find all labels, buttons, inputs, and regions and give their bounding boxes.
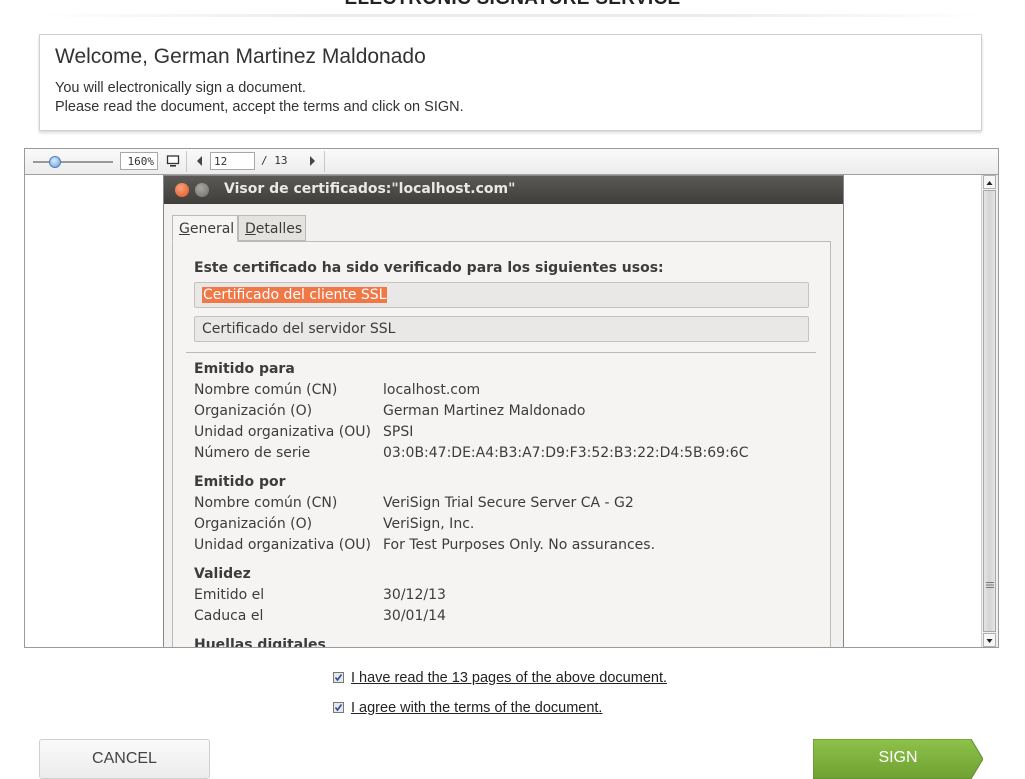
grip-icon bbox=[986, 582, 994, 588]
agree-terms-checkbox[interactable] bbox=[333, 702, 344, 713]
usage-item-label: Certificado del servidor SSL bbox=[202, 321, 396, 337]
section-divider bbox=[186, 352, 816, 353]
dialog-title: Visor de certificados:"localhost.com" bbox=[224, 181, 516, 197]
tab-general-mnemonic: G bbox=[179, 221, 190, 237]
welcome-panel: Welcome, German Martinez Maldonado You w… bbox=[39, 34, 982, 131]
tab-detalles-mnemonic: D bbox=[245, 221, 256, 237]
zoom-slider-track[interactable] bbox=[33, 161, 113, 163]
checkmark-icon bbox=[334, 674, 343, 682]
read-confirmation-label[interactable]: I have read the 13 pages of the above do… bbox=[351, 670, 667, 686]
zoom-slider-handle[interactable] bbox=[49, 156, 61, 168]
fingerprints-heading: Huellas digitales bbox=[194, 637, 326, 647]
usage-item: Certificado del servidor SSL bbox=[194, 316, 809, 342]
agree-terms-row: I agree with the terms of the document. bbox=[333, 700, 602, 716]
document-viewer: 160% 12 / 13 Visor de certificados:"loca… bbox=[24, 148, 999, 648]
read-confirmation-row: I have read the 13 pages of the above do… bbox=[333, 670, 667, 686]
fit-page-icon[interactable] bbox=[166, 154, 180, 168]
close-icon bbox=[175, 183, 189, 197]
field-value: 30/01/14 bbox=[383, 608, 446, 624]
tab-general-label: eneral bbox=[189, 221, 235, 237]
field-label: Organización (O) bbox=[194, 403, 313, 419]
toolbar-separator bbox=[186, 151, 187, 172]
read-confirmation-checkbox[interactable] bbox=[333, 672, 344, 683]
service-title: ELECTRONIC SIGNATURE SERVICE bbox=[0, 0, 1025, 10]
toolbar-separator bbox=[324, 151, 325, 172]
field-value: localhost.com bbox=[383, 382, 481, 398]
page-number-input[interactable]: 12 bbox=[210, 152, 255, 170]
field-label: Unidad organizativa (OU) bbox=[194, 537, 371, 553]
field-label: Nombre común (CN) bbox=[194, 382, 338, 398]
field-label: Nombre común (CN) bbox=[194, 495, 338, 511]
issued-to-heading: Emitido para bbox=[194, 361, 295, 377]
scrollbar-thumb[interactable] bbox=[983, 190, 996, 632]
field-value: VeriSign Trial Secure Server CA - G2 bbox=[383, 495, 634, 511]
previous-page-icon[interactable] bbox=[194, 155, 206, 167]
usage-item: Certificado del cliente SSL bbox=[194, 282, 809, 308]
field-label: Caduca el bbox=[194, 608, 264, 624]
welcome-heading: Welcome, German Martinez Maldonado bbox=[55, 45, 426, 68]
field-label: Unidad organizativa (OU) bbox=[194, 424, 371, 440]
field-label: Número de serie bbox=[194, 445, 311, 461]
certificate-viewer-image: Visor de certificados:"localhost.com" Ge… bbox=[163, 175, 844, 647]
minimize-icon bbox=[195, 183, 209, 197]
next-page-icon[interactable] bbox=[306, 155, 318, 167]
field-value: SPSI bbox=[383, 424, 414, 440]
vertical-scrollbar[interactable] bbox=[981, 175, 998, 647]
validity-heading: Validez bbox=[194, 566, 251, 582]
page-total: / 13 bbox=[261, 154, 288, 167]
welcome-instruction-1: You will electronically sign a document. bbox=[55, 80, 306, 96]
scroll-up-button[interactable] bbox=[983, 175, 996, 189]
tab-detalles-label: etalles bbox=[255, 221, 303, 237]
zoom-level-field[interactable]: 160% bbox=[120, 152, 158, 170]
arrow-down-icon bbox=[986, 639, 993, 643]
field-label: Organización (O) bbox=[194, 516, 313, 532]
sign-button-label: SIGN bbox=[878, 749, 918, 766]
arrow-up-icon bbox=[986, 181, 993, 185]
agree-terms-label[interactable]: I agree with the terms of the document. bbox=[351, 700, 602, 716]
field-label: Emitido el bbox=[194, 587, 265, 603]
title-divider bbox=[40, 14, 985, 17]
dialog-titlebar: Visor de certificados:"localhost.com" bbox=[164, 176, 843, 204]
usage-item-label: Certificado del cliente SSL bbox=[202, 287, 388, 303]
scroll-down-button[interactable] bbox=[983, 633, 996, 647]
cancel-button[interactable]: CANCEL bbox=[39, 739, 210, 779]
field-value: VeriSign, Inc. bbox=[383, 516, 475, 532]
tab-detalles: Detalles bbox=[238, 215, 306, 241]
field-value: For Test Purposes Only. No assurances. bbox=[383, 537, 656, 553]
tab-general: General bbox=[172, 215, 238, 242]
usage-title: Este certificado ha sido verificado para… bbox=[194, 260, 664, 276]
welcome-instruction-2: Please read the document, accept the ter… bbox=[55, 99, 464, 115]
field-value: German Martinez Maldonado bbox=[383, 403, 586, 419]
viewer-toolbar: 160% 12 / 13 bbox=[25, 149, 998, 175]
checkmark-icon bbox=[334, 704, 343, 712]
issued-by-heading: Emitido por bbox=[194, 474, 286, 490]
field-value: 30/12/13 bbox=[383, 587, 446, 603]
sign-button[interactable]: SIGN bbox=[813, 739, 983, 779]
document-page: Visor de certificados:"localhost.com" Ge… bbox=[25, 175, 982, 647]
field-value: 03:0B:47:DE:A4:B3:A7:D9:F3:52:B3:22:D4:5… bbox=[383, 445, 749, 461]
